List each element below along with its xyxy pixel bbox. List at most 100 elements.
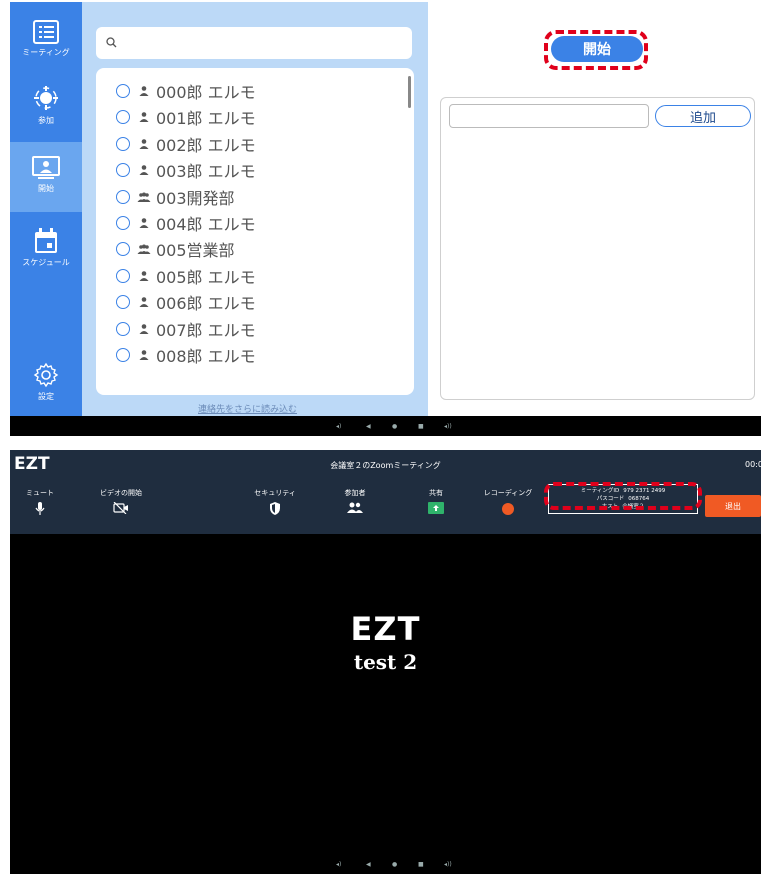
volume-down-icon[interactable]: ◂): [336, 423, 341, 430]
group-icon: [137, 244, 151, 255]
sidebar-item-join[interactable]: 参加: [10, 84, 82, 126]
contact-row[interactable]: 004郎 エルモ: [116, 212, 256, 234]
person-icon: [139, 323, 149, 334]
start-video-label: ビデオの開始: [100, 489, 142, 497]
participants-icon: [347, 502, 363, 513]
person-icon: [139, 165, 149, 176]
recording-label: レコーディング: [483, 489, 533, 497]
sidebar-item-settings[interactable]: 設定: [10, 362, 82, 402]
sidebar-item-label: 開始: [38, 184, 54, 193]
clock: 00:0: [745, 460, 761, 469]
back-icon[interactable]: ◀: [366, 423, 371, 430]
sidebar-item-label: 参加: [38, 116, 54, 125]
shield-icon: [270, 502, 280, 515]
home-icon[interactable]: ●: [392, 423, 397, 430]
participant-name: test 2: [353, 650, 418, 674]
search-input[interactable]: [96, 27, 412, 59]
radio-button[interactable]: [116, 163, 130, 178]
person-icon: [139, 350, 149, 360]
person-icon: [139, 138, 149, 149]
add-input[interactable]: [449, 104, 649, 128]
person-icon: [139, 112, 149, 123]
contact-name: 007郎 エルモ: [156, 320, 256, 340]
recording-button[interactable]: レコーディング: [480, 488, 536, 516]
android-nav-bar: ◂) ◀ ● ■ ◂)): [10, 855, 761, 874]
join-icon: [34, 86, 58, 110]
record-icon: [502, 503, 514, 515]
add-participant-panel: 追加: [440, 97, 755, 400]
calendar-icon: [35, 228, 57, 253]
sidebar-item-meeting[interactable]: ミーティング: [10, 20, 82, 58]
mute-label: ミュート: [26, 489, 54, 497]
back-icon[interactable]: ◀: [366, 861, 371, 868]
gear-icon: [33, 362, 59, 388]
contact-row[interactable]: 008郎 エルモ: [116, 344, 256, 366]
contact-row[interactable]: 002郎 エルモ: [116, 133, 256, 155]
contact-name: 003郎 エルモ: [156, 162, 256, 182]
contact-name: 005郎 エルモ: [156, 267, 256, 287]
contact-list[interactable]: 000郎 エルモ 001郎 エルモ 002郎 エルモ 003郎 エルモ 003開発部 00…: [96, 68, 414, 395]
group-icon: [137, 192, 151, 202]
list-icon: [33, 20, 59, 44]
contact-name: 008郎 エルモ: [156, 347, 256, 366]
participants-button[interactable]: 参加者: [335, 488, 375, 514]
recents-icon[interactable]: ■: [418, 423, 424, 430]
volume-up-icon[interactable]: ◂)): [444, 861, 452, 868]
contact-row[interactable]: 007郎 エルモ: [116, 318, 256, 340]
person-icon: [139, 218, 149, 228]
highlight-box: [544, 30, 648, 70]
sidebar-item-label: ミーティング: [22, 48, 70, 57]
contact-row[interactable]: 003郎 エルモ: [116, 159, 256, 181]
start-video-button[interactable]: ビデオの開始: [96, 488, 146, 514]
zoom-meeting-screen: EZT 会議室２のZoomミーティング 00:0 ミュート ビデオの開始 セキュ…: [10, 450, 761, 874]
radio-button[interactable]: [116, 321, 130, 336]
radio-button[interactable]: [116, 110, 130, 125]
microphone-icon: [35, 502, 45, 515]
load-more-link[interactable]: 連絡先をさらに読み込む: [198, 402, 297, 415]
volume-up-icon[interactable]: ◂)): [444, 423, 452, 430]
add-button[interactable]: 追加: [655, 105, 751, 127]
contact-row[interactable]: 000郎 エルモ: [116, 80, 256, 102]
radio-button[interactable]: [116, 348, 130, 362]
start-meeting-screen: ミーティング 参加 開始 スケジュール 設定 000郎 エルモ 001郎 エルモ…: [10, 2, 761, 436]
participants-label: 参加者: [344, 489, 366, 497]
volume-down-icon[interactable]: ◂): [336, 861, 341, 868]
share-screen-icon: [428, 502, 444, 514]
radio-button[interactable]: [116, 268, 130, 283]
radio-button[interactable]: [116, 295, 130, 310]
contact-name: 000郎 エルモ: [156, 83, 256, 102]
radio-button[interactable]: [116, 84, 130, 98]
radio-button[interactable]: [116, 136, 130, 151]
center-logo: EZT: [350, 610, 421, 648]
contact-row[interactable]: 005営業部: [116, 238, 235, 260]
radio-button[interactable]: [116, 189, 130, 204]
title-bar: EZT 会議室２のZoomミーティング 00:0: [10, 450, 761, 480]
contact-row[interactable]: 006郎 エルモ: [116, 291, 256, 313]
participant-video-tile: EZT test 2: [10, 610, 761, 674]
radio-button[interactable]: [116, 216, 130, 230]
sidebar-item-schedule[interactable]: スケジュール: [10, 228, 82, 268]
contact-name: 005営業部: [156, 241, 235, 261]
radio-button[interactable]: [116, 242, 130, 257]
contact-row[interactable]: 003開発部: [116, 186, 235, 208]
sidebar-item-label: スケジュール: [22, 258, 70, 267]
leave-button[interactable]: 退出: [705, 495, 761, 517]
share-button[interactable]: 共有: [418, 488, 454, 514]
meeting-toolbar: ミュート ビデオの開始 セキュリティ 参加者 共有 レコーディング ミーティング…: [10, 480, 761, 534]
mute-button[interactable]: ミュート: [20, 488, 60, 516]
contact-row[interactable]: 005郎 エルモ: [116, 265, 256, 287]
video-off-icon: [113, 502, 128, 514]
sidebar-item-start[interactable]: 開始: [10, 142, 82, 212]
share-label: 共有: [429, 489, 443, 497]
home-icon[interactable]: ●: [392, 861, 397, 868]
scrollbar[interactable]: [408, 76, 411, 108]
contact-name: 006郎 エルモ: [156, 294, 256, 314]
search-icon: [106, 37, 117, 48]
contact-row[interactable]: 001郎 エルモ: [116, 106, 256, 128]
sidebar-item-label: 設定: [38, 392, 54, 401]
security-button[interactable]: セキュリティ: [250, 488, 300, 515]
window-title: 会議室２のZoomミーティング: [330, 461, 441, 470]
highlight-box: [544, 482, 702, 510]
presentation-icon: [32, 156, 60, 179]
recents-icon[interactable]: ■: [418, 861, 424, 868]
